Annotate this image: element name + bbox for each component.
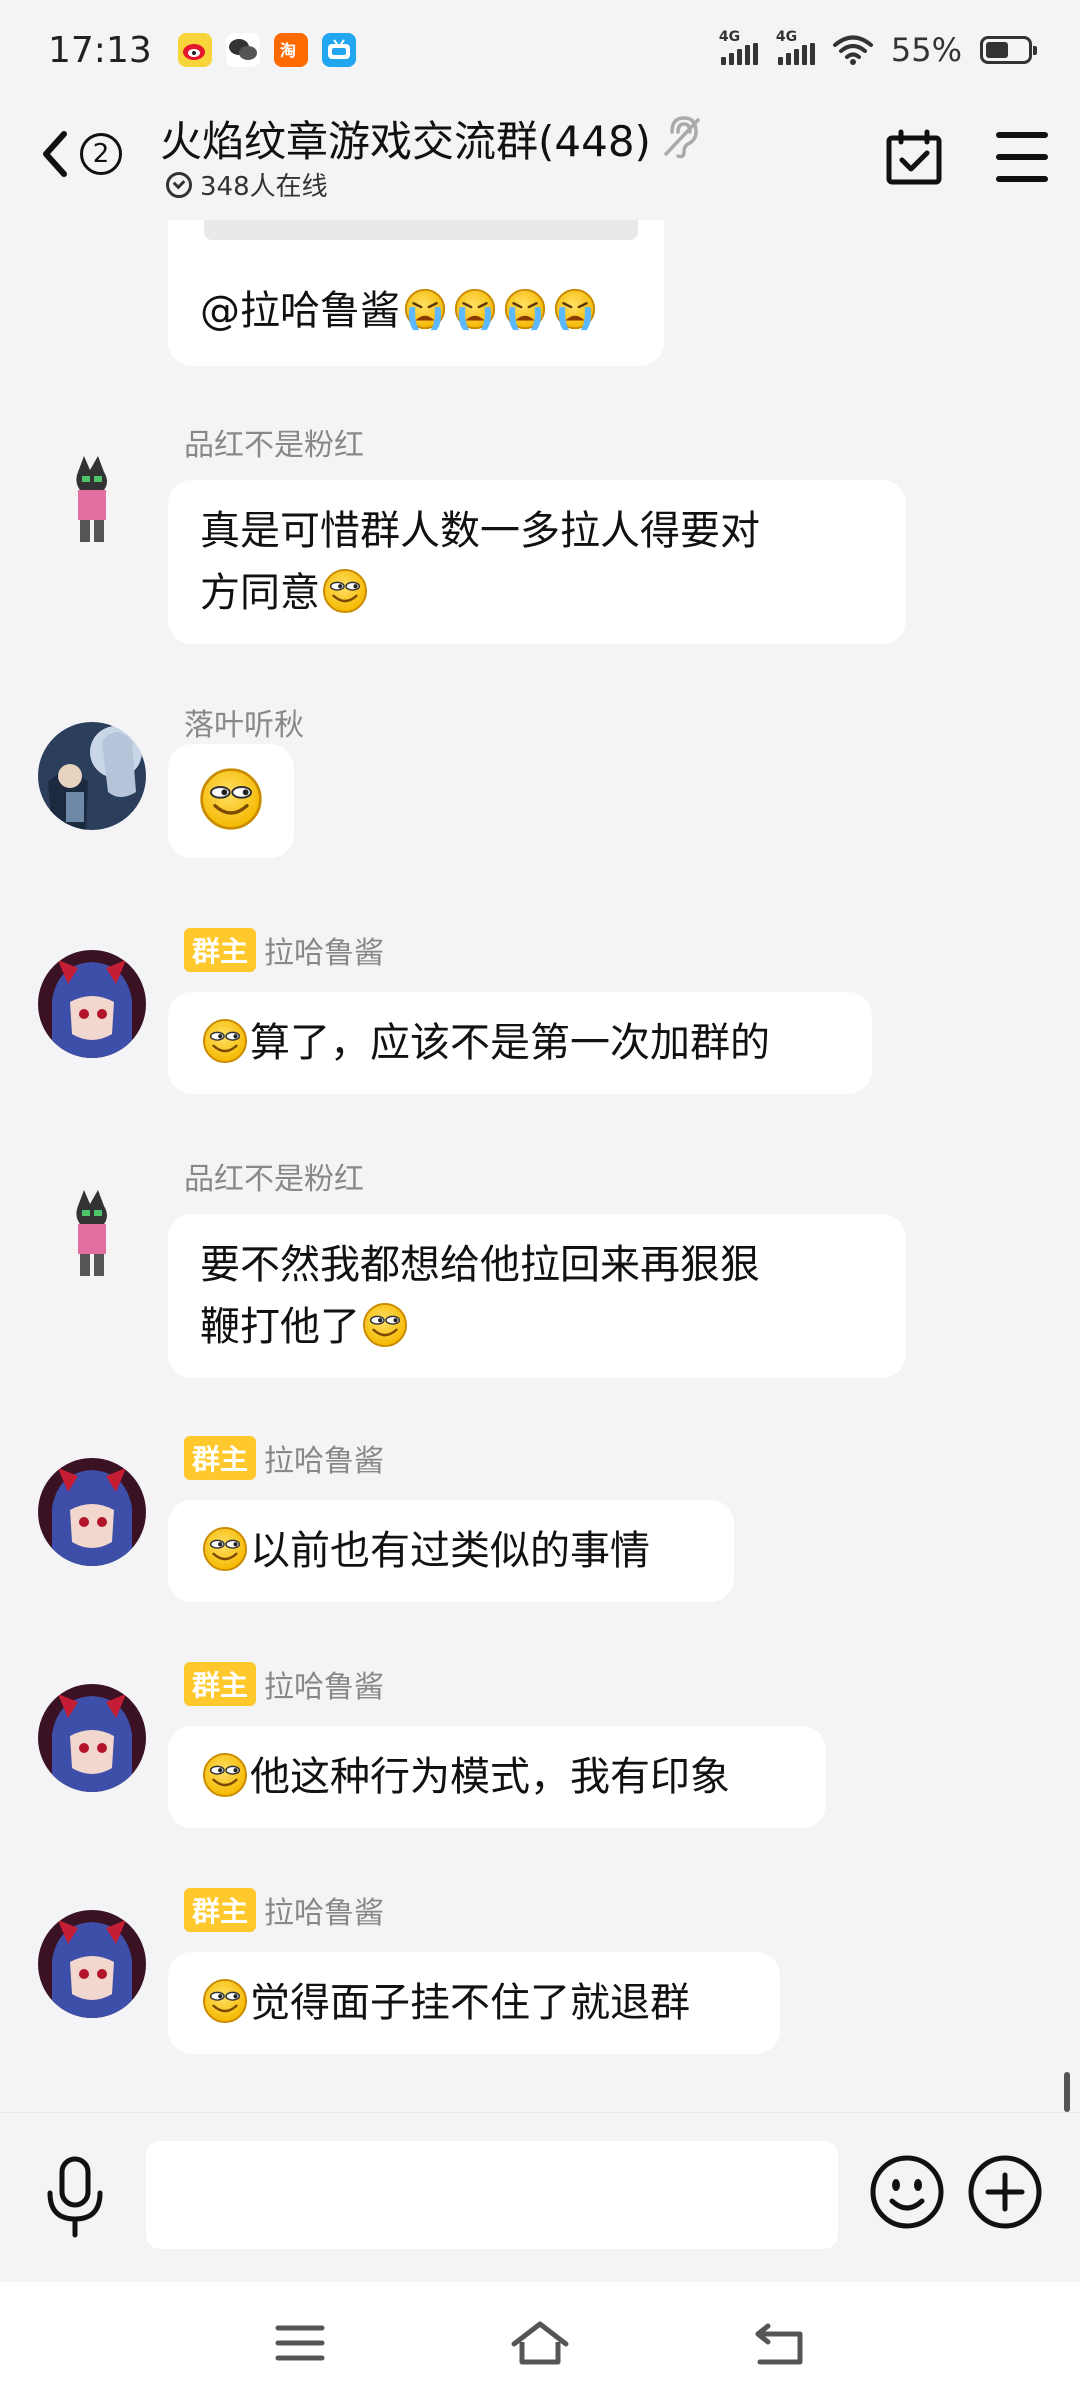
sender-name[interactable]: 拉哈鲁酱 [264, 1662, 384, 1706]
plus-circle-icon[interactable] [966, 2153, 1044, 2231]
message-text: 觉得面子挂不住了就退群 [250, 1980, 690, 2026]
message-bubble[interactable]: 他这种行为模式，我有印象 [168, 1726, 826, 1828]
smirk-emoji-icon [322, 568, 368, 614]
smirk-emoji-icon [202, 1018, 248, 1064]
message-bubble[interactable]: 要不然我都想给他拉回来再狠狠 鞭打他了 [168, 1214, 906, 1378]
online-status[interactable]: 348人在线 [166, 166, 328, 203]
owner-badge: 群主 [184, 1662, 257, 1706]
battery-percent: 55% [890, 31, 962, 69]
notification-icons: 淘 [177, 33, 356, 67]
avatar[interactable] [38, 1458, 146, 1566]
message-text: 算了，应该不是第一次加群的 [250, 1020, 770, 1066]
smirk-emoji-icon [199, 767, 263, 831]
message-bubble[interactable] [168, 744, 294, 858]
crying-emoji-icon [402, 286, 448, 332]
unread-count-badge: 2 [80, 133, 122, 175]
sender-name[interactable]: 拉哈鲁酱 [264, 1436, 384, 1480]
message-bubble[interactable]: 以前也有过类似的事情 [168, 1500, 734, 1602]
message-bubble[interactable]: 真是可惜群人数一多拉人得要对 方同意 [168, 480, 906, 644]
crying-emoji-icon [502, 286, 548, 332]
status-indicators: 4G 4G 55% [719, 29, 1037, 69]
group-title: 火焰纹章游戏交流群(448) [160, 117, 651, 166]
sender-name[interactable]: 落叶听秋 [184, 700, 304, 744]
smirk-emoji-icon [202, 1978, 248, 2024]
avatar[interactable] [38, 950, 146, 1058]
sender-name[interactable]: 品红不是粉红 [184, 420, 364, 464]
wifi-icon [832, 35, 873, 65]
signal-icon: 4G [776, 29, 815, 65]
owner-badge: 群主 [184, 1436, 257, 1480]
avatar[interactable] [38, 1684, 146, 1792]
scrollbar[interactable] [1064, 2072, 1070, 2112]
home-icon[interactable] [510, 2318, 570, 2368]
crying-emoji-icon [552, 286, 598, 332]
chevron-left-icon [43, 131, 67, 177]
chevron-circle-icon [166, 171, 192, 198]
quoted-reply-block[interactable] [204, 220, 638, 240]
message-text: 以前也有过类似的事情 [250, 1528, 650, 1574]
crying-emoji-icon [452, 286, 498, 332]
avatar[interactable] [38, 1910, 146, 2018]
back-button[interactable]: 2 [36, 122, 146, 186]
sender-name[interactable]: 拉哈鲁酱 [264, 928, 384, 972]
smirk-emoji-icon [202, 1526, 248, 1572]
message-text: 要不然我都想给他拉回来再狠狠 [200, 1242, 760, 1288]
owner-badge: 群主 [184, 928, 257, 972]
avatar[interactable] [38, 1176, 146, 1284]
message-text: @拉哈鲁酱 [200, 288, 400, 334]
message-text: 鞭打他了 [200, 1304, 360, 1350]
emoji-icon[interactable] [868, 2153, 946, 2231]
sender-name[interactable]: 拉哈鲁酱 [264, 1888, 384, 1932]
input-bar [0, 2112, 1080, 2282]
avatar[interactable] [38, 442, 146, 550]
taobao-icon: 淘 [273, 33, 308, 67]
bilibili-icon [321, 33, 356, 67]
avatar[interactable] [38, 722, 146, 830]
message-text: 真是可惜群人数一多拉人得要对 [200, 508, 760, 554]
menu-button[interactable] [996, 132, 1048, 182]
chat-header: 2 火焰纹章游戏交流群(448) 348人在线 [0, 100, 1080, 220]
back-nav-icon[interactable] [750, 2318, 810, 2368]
smirk-emoji-icon [202, 1752, 248, 1798]
message-text: 他这种行为模式，我有印象 [250, 1754, 730, 1800]
message-bubble[interactable]: 觉得面子挂不住了就退群 [168, 1952, 780, 2054]
signal-icon: 4G [719, 29, 758, 65]
svg-text:淘: 淘 [280, 41, 296, 60]
online-count: 348人在线 [200, 172, 328, 202]
owner-badge: 群主 [184, 1888, 257, 1932]
message-bubble[interactable]: @拉哈鲁酱 [168, 220, 664, 366]
message-input[interactable] [146, 2141, 838, 2249]
recent-apps-icon[interactable] [270, 2318, 330, 2368]
chat-message-list[interactable]: @拉哈鲁酱 品红不是粉红 真是可惜群人数一多拉人得要对 方同意 落叶听秋 群主 … [0, 220, 1080, 2110]
message-text: 方同意 [200, 570, 320, 616]
microphone-icon[interactable] [40, 2155, 110, 2241]
wechat-icon [225, 33, 260, 67]
message-bubble[interactable]: 算了，应该不是第一次加群的 [168, 992, 872, 1094]
system-nav-bar [0, 2282, 1080, 2400]
sender-name[interactable]: 品红不是粉红 [184, 1154, 364, 1198]
smirk-emoji-icon [362, 1302, 408, 1348]
weibo-icon [177, 33, 212, 67]
battery-icon [980, 36, 1037, 64]
status-bar: 17:13 淘 4G 4G 55% [0, 0, 1080, 100]
ear-icon[interactable] [662, 112, 702, 160]
calendar-check-icon[interactable] [884, 128, 944, 188]
status-time: 17:13 [48, 29, 152, 71]
